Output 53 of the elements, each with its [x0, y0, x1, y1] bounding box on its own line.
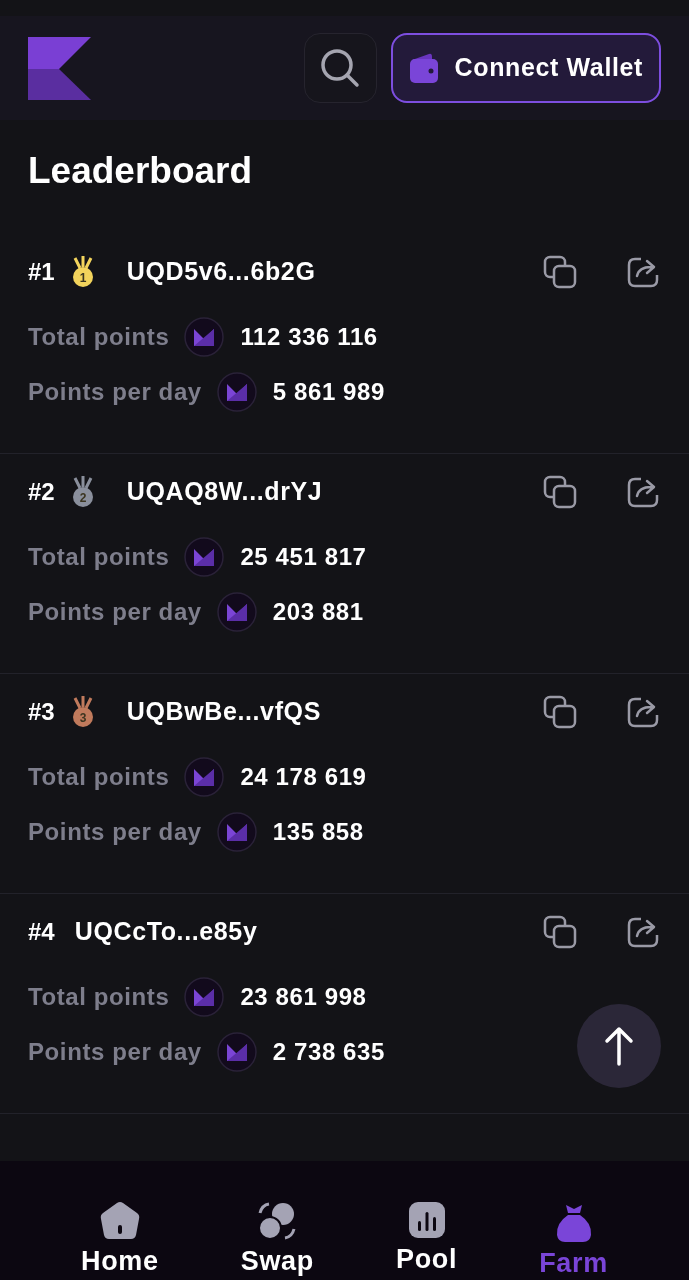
search-icon — [320, 48, 361, 88]
total-points-value: 25 451 817 — [240, 542, 367, 572]
nav-tab[interactable]: Swap — [240, 1201, 314, 1279]
wallet-address: UQAQ8W...drYJ — [126, 476, 323, 508]
total-points-value: 112 336 116 — [240, 322, 378, 352]
total-points-label: Total points — [28, 762, 170, 792]
copy-icon[interactable] — [543, 915, 577, 949]
total-points-label: Total points — [28, 982, 170, 1012]
rank-number: #4 — [28, 917, 55, 947]
wallet-address: UQCcTo...e85y — [74, 916, 258, 948]
page-title: Leaderboard — [28, 152, 254, 189]
token-icon — [216, 372, 257, 412]
copy-icon[interactable] — [543, 475, 577, 509]
token-icon — [184, 977, 225, 1017]
token-icon — [184, 537, 225, 577]
points-per-day-value: 135 858 — [272, 817, 364, 847]
wallet-address: UQD5v6...6b2G — [126, 256, 316, 288]
total-points-value: 23 861 998 — [240, 982, 367, 1012]
copy-icon[interactable] — [543, 695, 577, 729]
token-icon — [216, 1032, 257, 1072]
points-per-day-value: 2 738 635 — [272, 1037, 385, 1067]
token-icon — [216, 592, 257, 632]
nav-tab[interactable]: Pool — [396, 1201, 458, 1279]
total-points-label: Total points — [28, 322, 170, 352]
rank-number: #2 — [28, 477, 55, 507]
points-per-day-label: Points per day — [28, 377, 202, 407]
rank-number: #1 — [28, 257, 55, 287]
bar-chart-icon — [407, 1201, 446, 1239]
money-bag-icon — [554, 1203, 593, 1243]
copy-icon[interactable] — [543, 255, 577, 289]
search-button[interactable] — [303, 33, 377, 103]
share-icon[interactable] — [627, 256, 661, 288]
share-icon[interactable] — [627, 696, 661, 728]
points-per-day-value: 203 881 — [272, 597, 364, 627]
wallet-address: UQBwBe...vfQS — [126, 696, 321, 728]
rank-number: #3 — [28, 697, 55, 727]
points-per-day-label: Points per day — [28, 817, 202, 847]
token-icon — [184, 757, 225, 797]
points-per-day-label: Points per day — [28, 1037, 202, 1067]
arrow-up-icon — [604, 1026, 634, 1066]
share-icon[interactable] — [627, 476, 661, 508]
share-icon[interactable] — [627, 916, 661, 948]
token-icon — [216, 812, 257, 852]
house-icon — [98, 1201, 141, 1241]
total-points-label: Total points — [28, 542, 170, 572]
points-per-day-value: 5 861 989 — [272, 377, 385, 407]
connect-wallet-button[interactable]: Connect Wallet — [390, 33, 661, 103]
total-points-value: 24 178 619 — [240, 762, 367, 792]
wallet-icon — [408, 52, 439, 84]
logo-icon — [28, 36, 91, 100]
token-icon — [184, 317, 225, 357]
nav-tab[interactable]: Home — [81, 1201, 159, 1279]
points-per-day-label: Points per day — [28, 597, 202, 627]
